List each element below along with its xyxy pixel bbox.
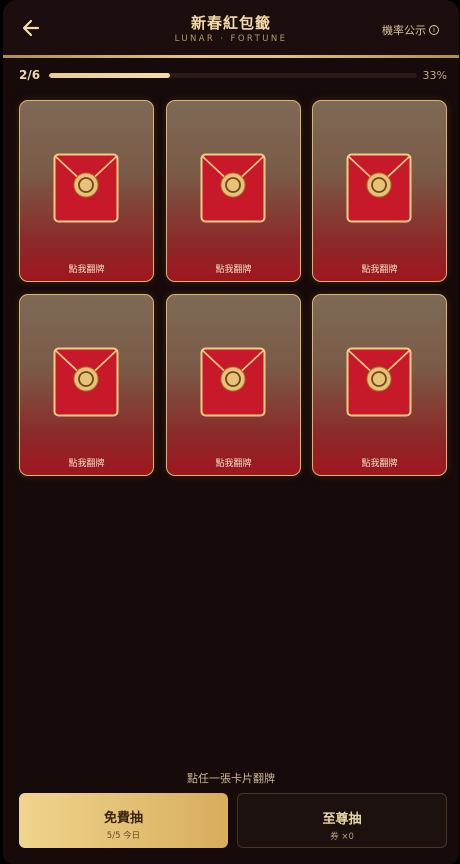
flip-card-label: 點我翻牌 — [68, 459, 105, 469]
info-icon: i — [429, 25, 439, 35]
progress-percent: 33% — [422, 69, 447, 82]
flip-card[interactable]: 點我翻牌 — [166, 294, 301, 476]
red-envelope-icon — [53, 153, 119, 223]
app-window: 新春紅包籤 LUNAR · FORTUNE 機率公示 i 2/6 33% 點我翻… — [3, 0, 459, 864]
red-envelope-icon — [53, 347, 119, 417]
flip-card-label: 點我翻牌 — [215, 265, 252, 275]
header: 新春紅包籤 LUNAR · FORTUNE 機率公示 i — [3, 0, 459, 56]
progress-count: 2/6 — [19, 68, 41, 82]
flip-card[interactable]: 點我翻牌 — [19, 100, 154, 282]
flip-card[interactable]: 點我翻牌 — [312, 100, 447, 282]
flip-card-label: 點我翻牌 — [361, 265, 398, 275]
flip-card[interactable]: 點我翻牌 — [312, 294, 447, 476]
premium-ticket-count: 券 ×0 — [330, 832, 354, 842]
flip-card-label: 點我翻牌 — [215, 459, 252, 469]
header-divider — [3, 55, 459, 58]
red-envelope-icon — [346, 153, 412, 223]
progress-bar — [49, 73, 417, 78]
premium-draw-button[interactable]: 至尊抽 券 ×0 — [237, 793, 447, 848]
free-draw-label: 免費抽 — [103, 811, 143, 826]
free-draw-button[interactable]: 免費抽 5/5 今日 — [19, 793, 228, 848]
flip-card[interactable]: 點我翻牌 — [19, 294, 154, 476]
instruction-hint: 點任一張卡片翻牌 — [187, 772, 275, 785]
flip-card-label: 點我翻牌 — [361, 459, 398, 469]
progress-fill — [49, 73, 171, 78]
red-envelope-icon — [346, 347, 412, 417]
red-envelope-icon — [200, 153, 266, 223]
free-draw-remaining: 5/5 今日 — [106, 831, 141, 841]
odds-disclosure-label: 機率公示 — [382, 24, 426, 37]
progress-row: 2/6 33% — [19, 68, 447, 84]
odds-disclosure-link[interactable]: 機率公示 i — [382, 22, 439, 38]
flip-card-label: 點我翻牌 — [68, 265, 105, 275]
red-envelope-icon — [200, 347, 266, 417]
flip-card[interactable]: 點我翻牌 — [166, 100, 301, 282]
premium-draw-label: 至尊抽 — [322, 812, 362, 827]
